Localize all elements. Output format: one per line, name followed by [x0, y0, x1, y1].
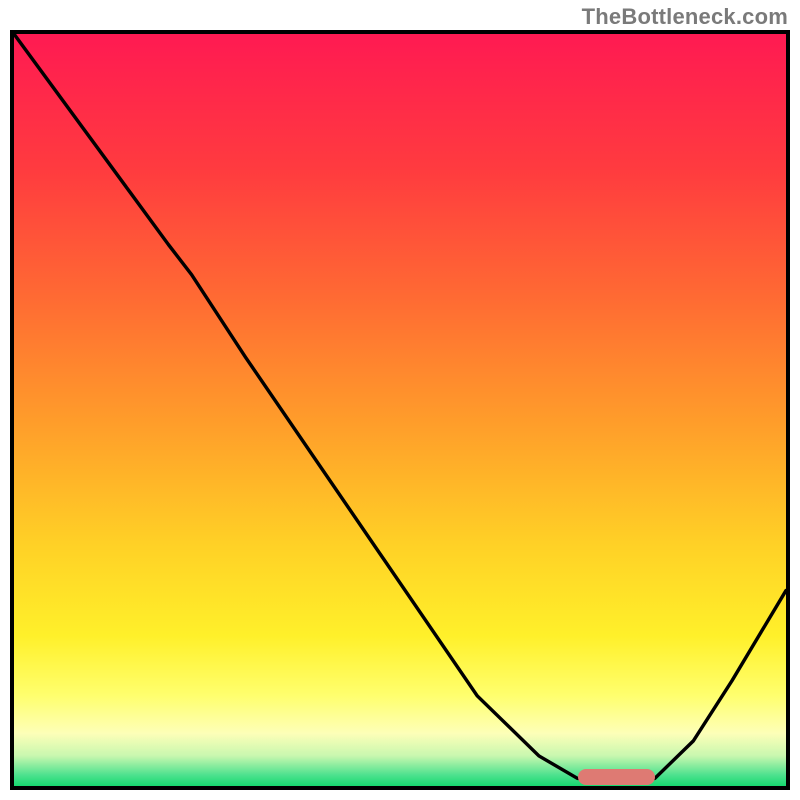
watermark-text: TheBottleneck.com [582, 4, 788, 30]
chart-frame [10, 30, 790, 790]
chart-background-gradient [14, 34, 786, 786]
chart-optimum-marker [578, 769, 655, 785]
